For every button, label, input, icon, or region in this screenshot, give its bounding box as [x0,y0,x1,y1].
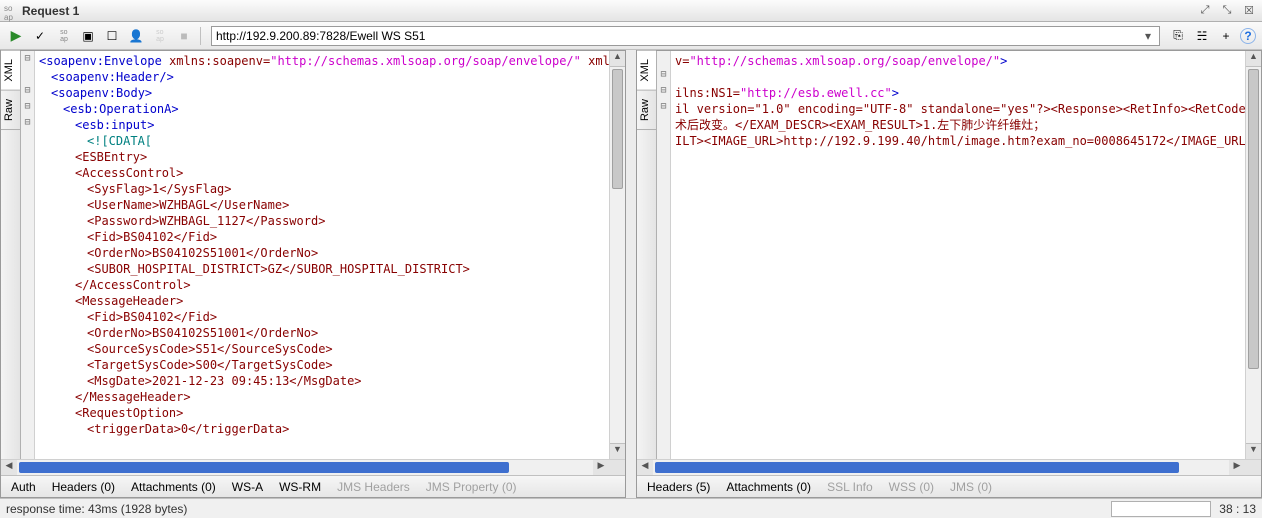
window-btn-1[interactable]: ⤢ [1196,4,1214,18]
tab-raw-response[interactable]: Raw [637,91,656,130]
soap-icon: so ap [4,4,18,18]
status-box [1111,501,1211,517]
tab-wss[interactable]: WSS (0) [889,480,934,494]
request-pane: XML Raw ⊟⊟⊟⊟ <soapenv:Envelope xmlns:soa… [0,50,626,498]
scroll-right-icon[interactable]: ▶ [1229,460,1245,475]
tab-resp-headers[interactable]: Headers (5) [647,480,710,494]
toolbar-right-add[interactable]: + [1216,26,1236,46]
scroll-down-icon[interactable]: ▼ [1246,443,1261,459]
close-icon[interactable]: ☒ [1240,4,1258,18]
tab-xml-response[interactable]: XML [637,51,656,91]
response-code[interactable]: v="http://schemas.xmlsoap.org/soap/envel… [671,51,1245,459]
request-gutter[interactable]: ⊟⊟⊟⊟ [21,51,35,459]
request-vscrollbar[interactable]: ▲ ▼ [609,51,625,459]
address-bar[interactable]: ▾ [211,26,1160,46]
tab-req-headers[interactable]: Headers (0) [52,480,115,494]
tab-xml-request[interactable]: XML [1,51,20,91]
toolbar-btn-4[interactable]: ☐ [102,26,122,46]
status-bar: response time: 43ms (1928 bytes) 38 : 13 [0,498,1262,518]
tab-wsrm[interactable]: WS-RM [279,480,321,494]
request-hscrollbar[interactable]: ◀ ▶ [1,459,625,475]
split-divider[interactable] [628,50,634,498]
request-vtabs: XML Raw [1,51,21,459]
url-input[interactable] [216,29,1141,43]
tab-jms[interactable]: JMS (0) [950,480,992,494]
tab-resp-attachments[interactable]: Attachments (0) [726,480,811,494]
toolbar-btn-soap2[interactable]: so ap [150,26,170,46]
tab-jms-headers[interactable]: JMS Headers [337,480,410,494]
response-vtabs: XML Raw [637,51,657,459]
toolbar-btn-5[interactable]: 👤 [126,26,146,46]
tab-wsa[interactable]: WS-A [232,480,263,494]
tab-raw-request[interactable]: Raw [1,91,20,130]
toolbar-btn-add-assertion[interactable]: ✓ [30,26,50,46]
scroll-left-icon[interactable]: ◀ [637,460,653,475]
cursor-position: 38 : 13 [1219,502,1256,516]
tab-auth[interactable]: Auth [11,480,36,494]
window-btn-2[interactable]: ⤡ [1218,4,1236,18]
response-vscrollbar[interactable]: ▲ ▼ [1245,51,1261,459]
tab-jms-property[interactable]: JMS Property (0) [426,480,517,494]
toolbar-separator [200,27,201,45]
status-text: response time: 43ms (1928 bytes) [6,502,187,516]
response-hscrollbar[interactable]: ◀ ▶ [637,459,1261,475]
window-buttons: ⤢ ⤡ ☒ [1196,4,1258,18]
window-title: Request 1 [22,4,79,18]
tab-req-attachments[interactable]: Attachments (0) [131,480,216,494]
toolbar-btn-soap[interactable]: so ap [54,26,74,46]
title-bar: so ap Request 1 ⤢ ⤡ ☒ [0,0,1262,22]
tab-ssl-info[interactable]: SSL Info [827,480,873,494]
scroll-up-icon[interactable]: ▲ [610,51,625,67]
scroll-down-icon[interactable]: ▼ [610,443,625,459]
main-split: XML Raw ⊟⊟⊟⊟ <soapenv:Envelope xmlns:soa… [0,50,1262,498]
response-bottom-tabs: Headers (5) Attachments (0) SSL Info WSS… [637,475,1261,497]
toolbar-right-2[interactable]: ☵ [1192,26,1212,46]
scroll-right-icon[interactable]: ▶ [593,460,609,475]
vscroll-thumb[interactable] [612,69,623,189]
request-bottom-tabs: Auth Headers (0) Attachments (0) WS-A WS… [1,475,625,497]
response-gutter[interactable]: ⊟⊟⊟ [657,51,671,459]
scroll-left-icon[interactable]: ◀ [1,460,17,475]
run-button[interactable]: ▶ [6,26,26,46]
toolbar-right-1[interactable]: ⎘ [1168,26,1188,46]
chevron-down-icon[interactable]: ▾ [1141,29,1155,43]
response-editor: ⊟⊟⊟ v="http://schemas.xmlsoap.org/soap/e… [657,51,1261,459]
response-pane: XML Raw ⊟⊟⊟ v="http://schemas.xmlsoap.or… [636,50,1262,498]
scroll-up-icon[interactable]: ▲ [1246,51,1261,67]
stop-button[interactable]: ■ [174,26,194,46]
vscroll-thumb[interactable] [1248,69,1259,369]
toolbar-btn-3[interactable]: ▣ [78,26,98,46]
toolbar: ▶ ✓ so ap ▣ ☐ 👤 so ap ■ ▾ ⎘ ☵ + ? [0,22,1262,50]
request-editor: ⊟⊟⊟⊟ <soapenv:Envelope xmlns:soapenv="ht… [21,51,625,459]
help-icon[interactable]: ? [1240,28,1256,44]
request-code[interactable]: <soapenv:Envelope xmlns:soapenv="http://… [35,51,609,459]
